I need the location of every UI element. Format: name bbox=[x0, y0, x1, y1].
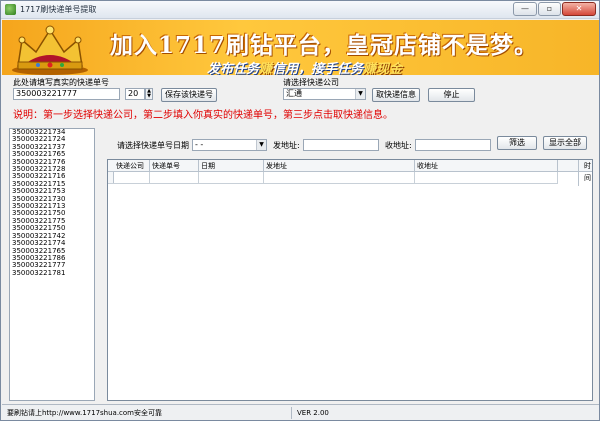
date-filter-select[interactable]: - - ▼ bbox=[192, 139, 267, 151]
cell-number[interactable] bbox=[150, 172, 199, 184]
side-table-divider bbox=[578, 160, 592, 186]
banner-headline: 加入1717刷钻平台，皇冠店铺不是梦。 bbox=[110, 32, 539, 59]
chevron-down-icon[interactable]: ▼ bbox=[256, 140, 266, 150]
stop-button[interactable]: 停止 bbox=[428, 88, 475, 102]
status-bar: 要刷钻请上http://www.1717shua.com安全可靠 VER 2.0… bbox=[2, 404, 599, 420]
show-all-button[interactable]: 显示全部 bbox=[543, 136, 587, 150]
column-header-from[interactable]: 发地址 bbox=[264, 160, 415, 172]
app-logo-icon bbox=[5, 4, 16, 15]
version-text: VER 2.00 bbox=[297, 409, 329, 417]
date-filter-label: 请选择快递单号日期 bbox=[117, 141, 189, 150]
save-tracking-button[interactable]: 保存该快递号 bbox=[161, 88, 217, 102]
company-label: 请选择快递公司 bbox=[283, 78, 339, 87]
minimize-button[interactable]: — bbox=[513, 2, 537, 16]
promo-banner[interactable]: 加入1717刷钻平台，皇冠店铺不是梦。 发布任务赚信用，接手任务赚现金 bbox=[2, 20, 599, 75]
column-header-number[interactable]: 快递单号 bbox=[150, 160, 199, 172]
table-row[interactable] bbox=[108, 172, 558, 184]
app-window: 1717刷快递单号提取 — ▫ ✕ 加入1717刷钻平台，皇冠店铺不是梦。 发布… bbox=[0, 0, 600, 421]
tracking-number-input[interactable]: 350003221777 bbox=[13, 88, 120, 100]
cell-to[interactable] bbox=[415, 172, 558, 184]
column-header-date[interactable]: 日期 bbox=[199, 160, 264, 172]
list-scrollbar[interactable] bbox=[96, 128, 104, 401]
close-button[interactable]: ✕ bbox=[562, 2, 596, 16]
count-stepper[interactable]: ▲ ▼ bbox=[145, 88, 153, 100]
banner-subline: 发布任务赚信用，接手任务赚现金 bbox=[207, 58, 402, 75]
banner-sub-highlight-a: 赚 bbox=[259, 62, 273, 75]
from-address-input[interactable] bbox=[303, 139, 379, 151]
column-header-to[interactable]: 收地址 bbox=[415, 160, 558, 172]
instructions-text: 说明：第一步选择快递公司，第二步填入你真实的快递单号，第三步点击取快递信息。 bbox=[13, 110, 393, 121]
cell-date[interactable] bbox=[199, 172, 264, 184]
fetch-info-button[interactable]: 取快递信息 bbox=[372, 88, 420, 102]
date-filter-value: - - bbox=[195, 140, 204, 149]
crown-icon bbox=[12, 25, 88, 75]
cell-company[interactable] bbox=[114, 172, 150, 184]
column-header-company[interactable]: 快递公司 bbox=[114, 160, 150, 172]
tracking-number-list[interactable]: 350003221734 350003221724 350003221737 3500… bbox=[9, 128, 95, 401]
tracking-label: 此处请填写真实的快递单号 bbox=[13, 78, 109, 87]
maximize-button[interactable]: ▫ bbox=[538, 2, 561, 16]
banner-sub-b: 信用，接手任务 bbox=[272, 62, 364, 75]
table-header: 快递公司 快递单号 日期 发地址 收地址 时间 bbox=[108, 160, 592, 182]
banner-sub-a: 发布任务 bbox=[207, 62, 260, 75]
company-selected-value: 汇通 bbox=[286, 89, 302, 98]
status-link-text[interactable]: 要刷钻请上http://www.1717shua.com安全可靠 bbox=[4, 407, 292, 419]
results-table[interactable]: 快递公司 快递单号 日期 发地址 收地址 时间 bbox=[107, 159, 593, 401]
window-title: 1717刷快递单号提取 bbox=[20, 5, 97, 14]
to-address-label: 收地址: bbox=[385, 141, 412, 150]
from-address-label: 发地址: bbox=[273, 141, 300, 150]
count-input[interactable]: 20 bbox=[125, 88, 145, 100]
chevron-down-icon[interactable]: ▼ bbox=[355, 89, 365, 99]
list-item[interactable]: 350003221781 bbox=[10, 269, 94, 277]
company-select[interactable]: 汇通 ▼ bbox=[283, 88, 366, 100]
banner-sub-highlight-b: 赚现金 bbox=[363, 62, 403, 75]
to-address-input[interactable] bbox=[415, 139, 491, 151]
cell-from[interactable] bbox=[264, 172, 415, 184]
title-bar[interactable]: 1717刷快递单号提取 — ▫ ✕ bbox=[1, 1, 599, 19]
filter-button[interactable]: 筛选 bbox=[497, 136, 537, 150]
